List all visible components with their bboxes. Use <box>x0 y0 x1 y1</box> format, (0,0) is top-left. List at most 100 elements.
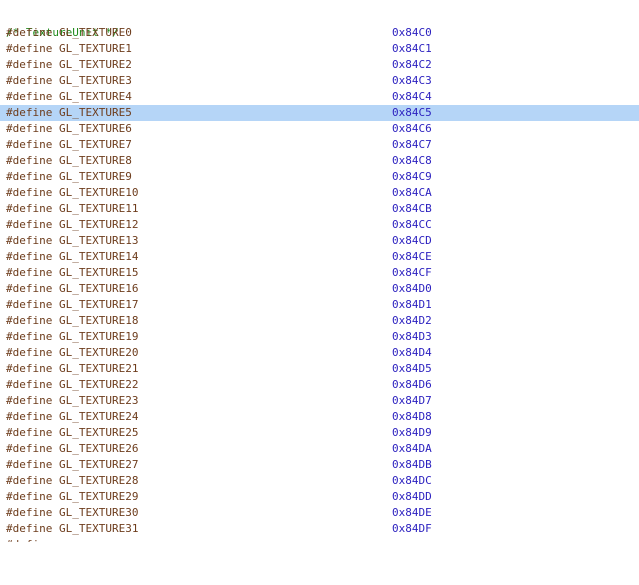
macro-value: 0x84DA <box>392 442 432 455</box>
define-keyword: #define <box>6 490 53 503</box>
macro-name: GL_TEXTURE4 <box>58 90 132 103</box>
macro-name: GL_TEXTURE21 <box>58 362 139 375</box>
code-line[interactable]: #define GL_TEXTURE10 0x84CA <box>0 185 639 201</box>
define-directive: #define GL_TEXTURE22 <box>6 377 138 393</box>
define-keyword: #define <box>6 474 53 487</box>
define-keyword: #define <box>6 186 53 199</box>
macro-name: GL_TEXTURE26 <box>58 442 139 455</box>
macro-value: 0x84C7 <box>392 138 432 151</box>
comment-line[interactable]: /* TextureUnit */ <box>0 9 639 39</box>
define-directive: #define GL_TEXTURE9 <box>6 169 132 185</box>
macro-name: GL_TEXTURE28 <box>58 474 139 487</box>
macro-name: GL_TEXTURE24 <box>58 410 139 423</box>
macro-value: 0x84D2 <box>392 314 432 327</box>
define-keyword: #define <box>6 170 53 183</box>
code-line[interactable]: #define GL_TEXTURE18 0x84D2 <box>0 313 639 329</box>
macro-name: GL_TEXTURE5 <box>58 106 132 119</box>
code-line[interactable]: #define GL_TEXTURE14 0x84CE <box>0 249 639 265</box>
define-keyword: #define <box>6 506 53 519</box>
define-directive: #define GL_TEXTURE13 <box>6 233 138 249</box>
macro-name: GL_TEXTURE1 <box>58 42 132 55</box>
define-keyword: #define <box>6 282 53 295</box>
define-directive: #define GL_TEXTURE2 <box>6 57 132 73</box>
macro-name: GL_TEXTURE15 <box>58 266 139 279</box>
code-line[interactable]: #define GL_TEXTURE22 0x84D6 <box>0 377 639 393</box>
define-directive: #define GL_TEXTURE31 <box>6 521 138 537</box>
code-line[interactable]: #define GL_TEXTURE2 0x84C2 <box>0 57 639 73</box>
define-directive: #define GL_TEXTURE3 <box>6 73 132 89</box>
code-line[interactable]: #define GL_TEXTURE28 0x84DC <box>0 473 639 489</box>
macro-name: GL_TEXTURE30 <box>58 506 139 519</box>
code-line[interactable]: #define GL_TEXTURE17 0x84D1 <box>0 297 639 313</box>
code-line[interactable]: #define GL_TEXTURE23 0x84D7 <box>0 393 639 409</box>
define-directive: #define GL_TEXTURE20 <box>6 345 138 361</box>
macro-name: GL_TEXTURE17 <box>58 298 139 311</box>
define-keyword: #define <box>6 410 53 423</box>
define-keyword: #define <box>6 154 53 167</box>
macro-value: 0x84CD <box>392 234 432 247</box>
code-line[interactable]: #define GL_TEXTURE4 0x84C4 <box>0 89 639 105</box>
define-lines: #define GL_TEXTURE0 0x84C0 #define GL_TEXT… <box>0 25 639 537</box>
define-directive: #define GL_TEXTURE7 <box>6 137 132 153</box>
code-line[interactable]: #define GL_TEXTURE27 0x84DB <box>0 457 639 473</box>
macro-name: GL_TEXTURE2 <box>58 58 132 71</box>
macro-name: GL_TEXTURE22 <box>58 378 139 391</box>
code-line[interactable]: #define GL_TEXTURE9 0x84C9 <box>0 169 639 185</box>
code-line[interactable]: #define GL_TEXTURE16 0x84D0 <box>0 281 639 297</box>
define-directive: #define GL_TEXTURE26 <box>6 441 138 457</box>
macro-name: GL_TEXTURE14 <box>58 250 139 263</box>
define-directive: #define GL_TEXTURE16 <box>6 281 138 297</box>
define-directive: #define GL_TEXTURE21 <box>6 361 138 377</box>
macro-value: 0x84D8 <box>392 410 432 423</box>
code-line[interactable]: #define GL_TEXTURE3 0x84C3 <box>0 73 639 89</box>
define-keyword: #define <box>6 202 53 215</box>
code-line[interactable]: #define GL_TEXTURE6 0x84C6 <box>0 121 639 137</box>
define-directive: #define GL_TEXTURE18 <box>6 313 138 329</box>
define-keyword: #define <box>6 266 53 279</box>
macro-name: GL_TEXTURE25 <box>58 426 139 439</box>
code-line[interactable]: #define GL_TEXTURE29 0x84DD <box>0 489 639 505</box>
code-line[interactable]: #define GL_TEXTURE15 0x84CF <box>0 265 639 281</box>
macro-name: GL_TEXTURE31 <box>58 522 139 535</box>
code-line[interactable]: #define GL_TEXTURE21 0x84D5 <box>0 361 639 377</box>
macro-value: 0x84C2 <box>392 58 432 71</box>
define-directive: #define GL_TEXTURE11 <box>6 201 138 217</box>
code-line-selected[interactable]: #define GL_TEXTURE5 0x84C5 <box>0 105 639 121</box>
macro-value: 0x84CB <box>392 202 432 215</box>
macro-name: GL_TEXTURE3 <box>58 74 132 87</box>
code-line[interactable]: #define GL_TEXTURE26 0x84DA <box>0 441 639 457</box>
define-keyword: #define <box>6 122 53 135</box>
code-line[interactable]: #define GL_TEXTURE31 0x84DF <box>0 521 639 537</box>
define-directive: #define GL_TEXTURE27 <box>6 457 138 473</box>
code-line[interactable]: #define GL_TEXTURE19 0x84D3 <box>0 329 639 345</box>
code-line[interactable]: #define GL_TEXTURE30 0x84DE <box>0 505 639 521</box>
macro-value: 0x84C5 <box>392 106 432 119</box>
define-keyword: #define <box>6 378 53 391</box>
code-line[interactable]: #define GL_TEXTURE0 0x84C0 <box>0 25 639 41</box>
code-line[interactable]: #define GL_TEXTURE24 0x84D8 <box>0 409 639 425</box>
code-line[interactable]: #define GL_TEXTURE8 0x84C8 <box>0 153 639 169</box>
code-line[interactable]: #define GL_TEXTURE11 0x84CB <box>0 201 639 217</box>
define-keyword: #define <box>6 522 53 535</box>
code-line[interactable]: #define GL_TEXTURE1 0x84C1 <box>0 41 639 57</box>
code-line[interactable]: #define GL_TEXTURE20 0x84D4 <box>0 345 639 361</box>
code-line[interactable]: #define GL_TEXTURE12 0x84CC <box>0 217 639 233</box>
macro-value: 0x84C3 <box>392 74 432 87</box>
macro-name: GL_TEXTURE0 <box>58 26 132 39</box>
macro-value: 0x84DF <box>392 522 432 535</box>
code-editor[interactable]: /* TextureUnit */ #define GL_TEXTURE0 0x8… <box>0 9 639 553</box>
code-line[interactable]: #define GL_TEXTURE25 0x84D9 <box>0 425 639 441</box>
define-keyword: #define <box>6 250 53 263</box>
define-directive: #define GL_TEXTURE6 <box>6 121 132 137</box>
macro-name: GL_TEXTURE23 <box>58 394 139 407</box>
partial-line: #define <box>0 537 639 553</box>
define-keyword: #define <box>6 362 53 375</box>
macro-value: 0x84D5 <box>392 362 432 375</box>
define-directive: #define GL_TEXTURE12 <box>6 217 138 233</box>
define-directive: #define GL_TEXTURE28 <box>6 473 138 489</box>
define-keyword: #define <box>6 58 53 71</box>
define-keyword: #define <box>6 106 53 119</box>
code-line[interactable]: #define GL_TEXTURE7 0x84C7 <box>0 137 639 153</box>
define-keyword: #define <box>6 458 53 471</box>
code-line[interactable]: #define GL_TEXTURE13 0x84CD <box>0 233 639 249</box>
